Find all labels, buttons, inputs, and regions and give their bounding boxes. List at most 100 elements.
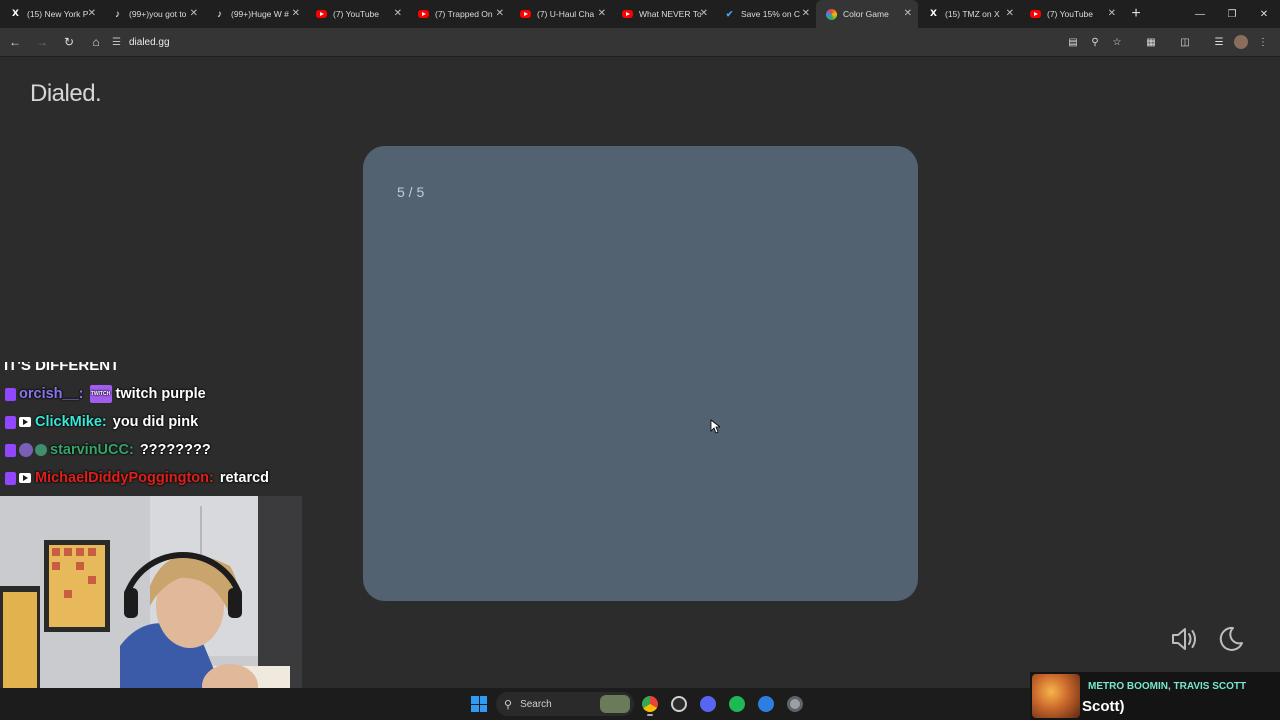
gift-badge-icon <box>35 444 47 456</box>
settings-taskbar-icon[interactable] <box>783 692 807 716</box>
chat-message: orcish__ : TWITCH twitch purple <box>0 380 310 408</box>
checkmark-icon: ✔ <box>725 8 734 19</box>
browser-toolbar: ← → ↻ ⌂ ☰ dialed.gg ▤ ⚲ ☆ ▦ ◫ ☰ ⋮ <box>0 28 1280 57</box>
browser-tab[interactable]: ♪ (99+)you got to ✕ <box>102 0 204 28</box>
obs-taskbar-icon[interactable] <box>667 692 691 716</box>
twitch-badge-icon <box>5 415 16 429</box>
browser-tab[interactable]: ♪ (99+)Huge W # ✕ <box>204 0 306 28</box>
spotify-taskbar-icon[interactable] <box>725 692 749 716</box>
browser-tab[interactable]: What NEVER To ✕ <box>612 0 714 28</box>
browser-tab[interactable]: (7) U-Haul Cha ✕ <box>510 0 612 28</box>
tab-title: (99+)Huge W # <box>231 9 289 19</box>
site-info-icon[interactable]: ☰ <box>112 37 121 48</box>
browser-tab[interactable]: (7) Trapped On ✕ <box>408 0 510 28</box>
twitch-badge-icon <box>5 443 16 457</box>
search-icon: ⚲ <box>504 698 513 711</box>
album-art <box>1032 674 1080 718</box>
mouse-cursor-icon <box>710 419 720 434</box>
zoom-icon[interactable]: ⚲ <box>1084 31 1106 53</box>
close-tab-icon[interactable]: ✕ <box>394 8 402 20</box>
youtube-icon <box>1030 10 1041 18</box>
browser-tab[interactable]: X (15) TMZ on X ✕ <box>918 0 1020 28</box>
chat-partial-line: IT'S DIFFERENT <box>0 362 310 380</box>
restore-icon[interactable]: ❐ <box>1216 0 1248 28</box>
browser-tab-strip: X (15) New York P ✕ ♪ (99+)you got to ✕ ♪ (99+)… <box>0 0 1280 28</box>
close-tab-icon[interactable]: ✕ <box>1006 8 1014 20</box>
browser-tab[interactable]: Color Game ✕ <box>816 0 918 28</box>
profile-avatar[interactable] <box>1234 35 1248 49</box>
taskbar-search-label: Search <box>520 698 552 710</box>
chrome-taskbar-icon[interactable] <box>638 692 662 716</box>
tab-title: (7) YouTube <box>333 9 379 19</box>
bookmark-star-icon[interactable]: ☆ <box>1106 31 1128 53</box>
close-tab-icon[interactable]: ✕ <box>598 8 606 20</box>
install-app-icon[interactable]: ▤ <box>1062 31 1084 53</box>
tab-title: Save 15% on C <box>741 9 801 19</box>
tab-title: What NEVER To <box>639 9 701 19</box>
chat-text: ???????? <box>139 442 211 458</box>
tab-title: (15) TMZ on X <box>945 9 1000 19</box>
close-window-icon[interactable]: ✕ <box>1248 0 1280 28</box>
close-tab-icon[interactable]: ✕ <box>292 8 300 20</box>
now-playing-artist: METRO BOOMIN, TRAVIS SCOTT <box>1088 681 1247 692</box>
twitch-badge-icon <box>5 471 16 485</box>
browser-tab[interactable]: (7) YouTube ✕ <box>306 0 408 28</box>
browser-tab[interactable]: ✔ Save 15% on C ✕ <box>714 0 816 28</box>
browser-tab[interactable]: (7) YouTube ✕ <box>1020 0 1122 28</box>
menu-kebab-icon[interactable]: ⋮ <box>1252 31 1274 53</box>
chat-message: starvinUCC : ???????? <box>0 436 310 464</box>
gear-icon <box>787 696 803 712</box>
youtube-badge-icon <box>19 417 31 427</box>
media-control-icon[interactable]: ☰ <box>1208 31 1230 53</box>
forward-icon[interactable]: → <box>30 30 54 54</box>
active-indicator <box>647 714 653 716</box>
chat-partial-text: IT'S DIFFERENT <box>4 362 120 374</box>
close-tab-icon[interactable]: ✕ <box>88 8 96 20</box>
tab-list: X (15) New York P ✕ ♪ (99+)you got to ✕ ♪ (99+)… <box>0 0 1122 28</box>
windows-logo-icon <box>471 696 487 712</box>
tab-title: Color Game <box>843 9 889 19</box>
discord-taskbar-icon[interactable] <box>696 692 720 716</box>
stream-chat-overlay: IT'S DIFFERENT orcish__ : TWITCH twitch … <box>0 362 310 492</box>
close-tab-icon[interactable]: ✕ <box>190 8 198 20</box>
color-card[interactable]: 5 / 5 <box>363 146 918 601</box>
start-button[interactable] <box>467 692 491 716</box>
moon-icon[interactable] <box>1217 625 1245 653</box>
taskbar-icons: ⚲ Search <box>467 692 812 716</box>
extensions-icon[interactable]: ▦ <box>1140 31 1162 53</box>
minimize-icon[interactable]: — <box>1184 0 1216 28</box>
youtube-badge-icon <box>19 473 31 483</box>
messenger-logo-icon <box>758 696 774 712</box>
reload-icon[interactable]: ↻ <box>57 30 81 54</box>
toolbar-actions: ▤ ⚲ ☆ ▦ ◫ ☰ ⋮ <box>1062 31 1274 53</box>
x-logo-icon: X <box>930 9 937 19</box>
webcam-image <box>0 496 302 720</box>
tab-title: (15) New York P <box>27 9 89 19</box>
address-bar[interactable]: ☰ dialed.gg <box>104 31 1134 53</box>
url-text: dialed.gg <box>128 36 170 48</box>
taskbar-search[interactable]: ⚲ Search <box>496 692 634 716</box>
chat-username: MichaelDiddyPoggington <box>35 470 209 486</box>
back-icon[interactable]: ← <box>3 30 27 54</box>
new-tab-button[interactable]: + <box>1122 0 1150 28</box>
youtube-icon <box>622 10 633 18</box>
color-wheel-icon <box>826 8 837 20</box>
chat-username: starvinUCC <box>50 442 129 458</box>
side-panel-icon[interactable]: ◫ <box>1174 31 1196 53</box>
browser-tab[interactable]: X (15) New York P ✕ <box>0 0 102 28</box>
webcam-feed <box>0 496 302 720</box>
close-tab-icon[interactable]: ✕ <box>1108 8 1116 20</box>
site-logo[interactable]: Dialed. <box>30 80 102 108</box>
close-tab-icon[interactable]: ✕ <box>802 8 810 20</box>
search-highlight-image <box>600 695 630 713</box>
speaker-icon[interactable] <box>1170 626 1198 652</box>
messenger-taskbar-icon[interactable] <box>754 692 778 716</box>
now-playing-title: Scott) <box>1082 698 1125 715</box>
youtube-icon <box>418 10 429 18</box>
close-tab-icon[interactable]: ✕ <box>700 8 708 20</box>
round-counter: 5 / 5 <box>397 184 425 200</box>
close-tab-icon[interactable]: ✕ <box>904 8 912 20</box>
youtube-icon <box>520 10 531 18</box>
close-tab-icon[interactable]: ✕ <box>496 8 504 20</box>
chat-colon: : <box>101 414 107 430</box>
